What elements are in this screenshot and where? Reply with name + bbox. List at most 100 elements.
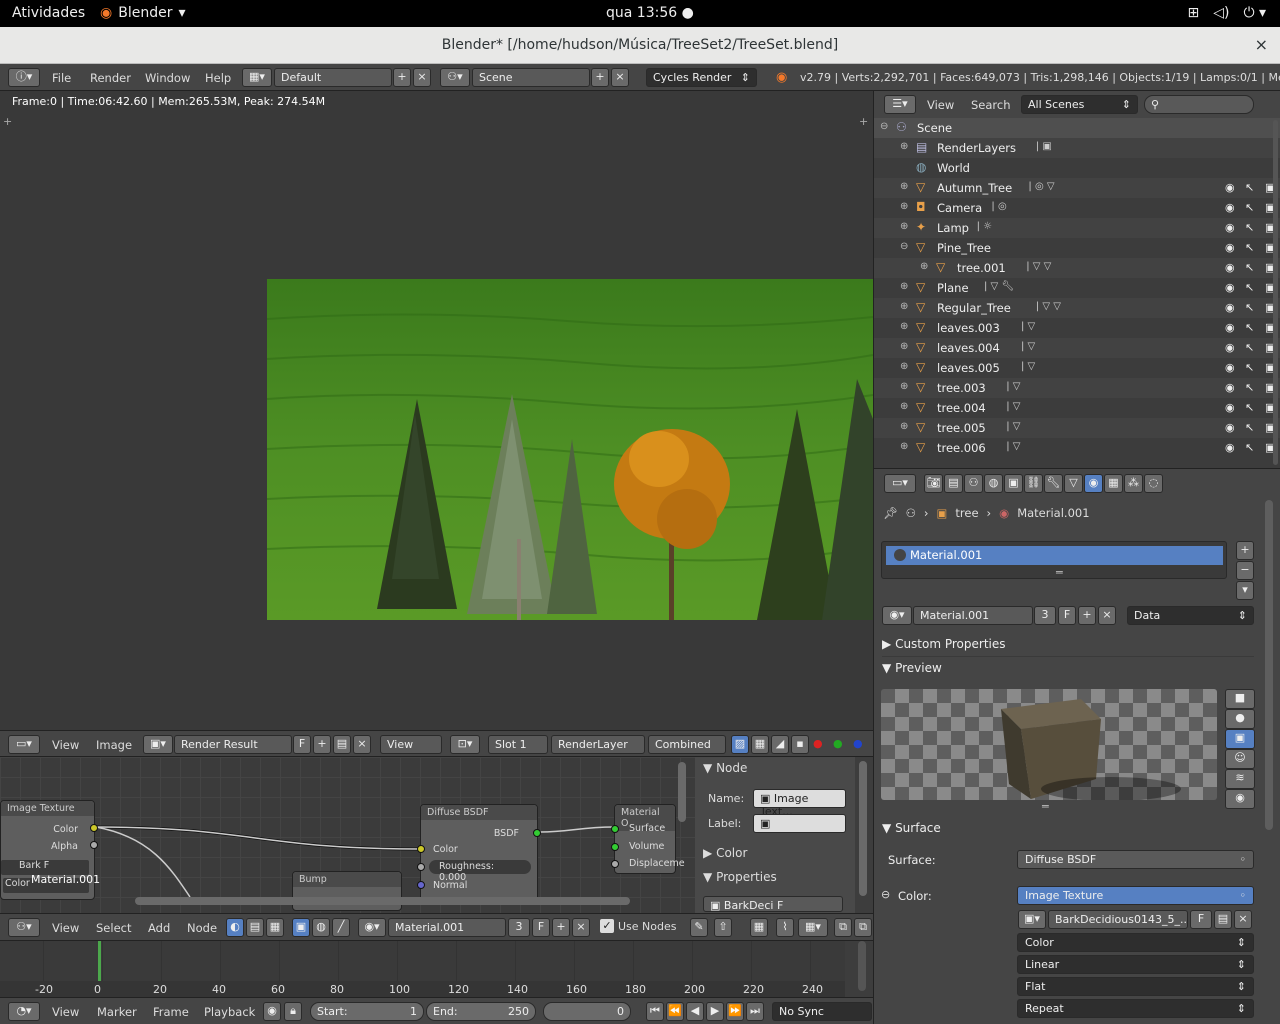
image-name-field[interactable]: Render Result [174, 735, 292, 754]
expand-toggle-icon[interactable]: ⊕ [900, 221, 908, 232]
activities-button[interactable]: Atividades [12, 5, 85, 21]
jump-start-icon[interactable]: ⏮ [646, 1002, 664, 1021]
child-data-icon[interactable]: | ☼ [977, 221, 993, 232]
render-pass-select[interactable]: Combined [648, 735, 726, 754]
slot-specials-icon[interactable]: ▾ [1236, 581, 1254, 600]
material-tab-icon[interactable]: ◉ [1084, 474, 1103, 493]
data-tab-icon[interactable]: ▽ [1064, 474, 1083, 493]
custom-properties-panel[interactable]: ▶ Custom Properties [882, 637, 1254, 657]
child-data-icon[interactable]: | ▽ [1021, 341, 1035, 352]
outliner-row[interactable]: ⊕ ▽ Regular_Tree | ▽ ▽ ◉ ↖ ▣ [874, 298, 1280, 318]
child-data-icon[interactable]: | ◎ [991, 201, 1006, 212]
material-slot-item[interactable]: Material.001 [886, 546, 1223, 565]
menu-frame[interactable]: Frame [153, 1005, 189, 1019]
selectable-arrow-icon[interactable]: ↖ [1245, 361, 1254, 374]
interpolation-select[interactable]: Linear ⇕ [1017, 955, 1254, 974]
close-icon[interactable]: × [1255, 35, 1268, 54]
preview-monkey-icon[interactable]: ☺ [1225, 749, 1255, 769]
add-layout-icon[interactable]: + [393, 68, 411, 87]
scene-tab-icon[interactable]: ⚇ [964, 474, 983, 493]
menu-add[interactable]: Add [148, 921, 170, 935]
outliner-row[interactable]: ⊕ ▽ leaves.005 | ▽ ◉ ↖ ▣ [874, 358, 1280, 378]
child-data-icon[interactable]: | ▽ [1006, 401, 1020, 412]
outliner-row[interactable]: ⊕ ✦ Lamp | ☼ ◉ ↖ ▣ [874, 218, 1280, 238]
copy-icon[interactable]: ⧉ [834, 918, 852, 937]
normal-input-socket[interactable] [417, 881, 425, 889]
prev-keyframe-icon[interactable]: ⏪ [666, 1002, 684, 1021]
color-panel-header[interactable]: ▶ Color [703, 846, 747, 860]
linestyle-icon[interactable]: ╱ [332, 918, 350, 937]
sync-mode-select[interactable]: No Sync [772, 1002, 872, 1021]
visibility-eye-icon[interactable]: ◉ [1225, 281, 1235, 294]
expand-toggle-icon[interactable]: ⊕ [900, 381, 908, 392]
snap-icon[interactable]: ⌇ [776, 918, 794, 937]
visibility-eye-icon[interactable]: ◉ [1225, 361, 1235, 374]
selectable-arrow-icon[interactable]: ↖ [1245, 301, 1254, 314]
play-reverse-icon[interactable]: ◀ [686, 1002, 704, 1021]
child-data-icon[interactable]: | ▽ ▽ [1026, 261, 1051, 272]
unlink-image-icon[interactable]: × [1234, 910, 1252, 929]
image-browse-icon[interactable]: ▣▾ [143, 735, 173, 754]
end-frame-field[interactable]: End: 250 [426, 1002, 536, 1021]
outliner-row[interactable]: ⊕ ▽ tree.006 | ▽ ◉ ↖ ▣ [874, 438, 1280, 458]
color-input-select[interactable]: Image Texture ◦ [1017, 886, 1254, 905]
child-data-icon[interactable]: | ▽ ▽ [1036, 301, 1061, 312]
expand-toggle-icon[interactable]: ⊕ [900, 141, 908, 152]
child-data-icon[interactable]: | ▽ 🔧︎ [984, 281, 1014, 292]
visibility-eye-icon[interactable]: ◉ [1225, 341, 1235, 354]
properties-scrollbar[interactable] [1265, 500, 1273, 830]
expand-toggle-icon[interactable]: ⊕ [900, 281, 908, 292]
lock-icon[interactable]: 🔒︎ [284, 1002, 302, 1021]
preview-hair-icon[interactable]: ≋ [1225, 769, 1255, 789]
outliner-search-input[interactable]: ⚲ [1144, 95, 1254, 114]
outliner-item-name[interactable]: leaves.003 [937, 321, 1000, 335]
render-layers-tab-icon[interactable]: ▤ [944, 474, 963, 493]
particles-tab-icon[interactable]: ⁂ [1124, 474, 1143, 493]
remove-slot-icon[interactable]: − [1236, 561, 1254, 580]
corner-plus-icon[interactable]: + [859, 115, 868, 128]
outliner-item-name[interactable]: leaves.004 [937, 341, 1000, 355]
remove-scene-icon[interactable]: × [611, 68, 629, 87]
outliner-row[interactable]: ⊕ ▽ tree.001 | ▽ ▽ ◉ ↖ ▣ [874, 258, 1280, 278]
use-nodes-checkbox[interactable]: ✓ Use Nodes [600, 919, 677, 933]
outliner-item-name[interactable]: Pine_Tree [937, 241, 991, 255]
volume-input-socket[interactable] [611, 843, 619, 851]
outliner-item-name[interactable]: Scene [917, 121, 952, 135]
current-frame-cursor[interactable] [98, 941, 101, 981]
collapse-icon[interactable]: ⊖ [881, 888, 890, 901]
pin-icon[interactable]: ✎ [690, 918, 708, 937]
outliner-item-name[interactable]: tree.005 [937, 421, 986, 435]
editor-type-properties-icon[interactable]: ▭▾ [884, 474, 916, 493]
fake-user-toggle[interactable]: F [293, 735, 311, 754]
visibility-eye-icon[interactable]: ◉ [1225, 221, 1235, 234]
green-channel-icon[interactable]: ● [833, 737, 843, 750]
outliner-item-name[interactable]: tree.004 [937, 401, 986, 415]
pivot-icon[interactable]: ⊡▾ [450, 735, 480, 754]
visibility-eye-icon[interactable]: ◉ [1225, 441, 1235, 454]
material-browse-icon[interactable]: ◉▾ [358, 918, 386, 937]
image-fake-user[interactable]: F [1190, 910, 1212, 929]
image-texture-node[interactable]: Image Texture Color Alpha Bark F Color M… [0, 800, 100, 900]
preview-sphere-icon[interactable]: ● [1225, 709, 1255, 729]
selectable-arrow-icon[interactable]: ↖ [1245, 381, 1254, 394]
constraints-tab-icon[interactable]: ⛓ [1024, 474, 1043, 493]
preview-cube-icon[interactable]: ▣ [1225, 729, 1255, 749]
timeline-scrollbar[interactable] [858, 941, 866, 991]
visibility-eye-icon[interactable]: ◉ [1225, 181, 1235, 194]
record-icon[interactable]: ◉ [263, 1002, 281, 1021]
world-shader-icon[interactable]: ◍ [312, 918, 330, 937]
outliner-row[interactable]: ⊕ ▽ leaves.004 | ▽ ◉ ↖ ▣ [874, 338, 1280, 358]
menu-render[interactable]: Render [90, 71, 131, 85]
selectable-arrow-icon[interactable]: ↖ [1245, 201, 1254, 214]
roughness-slider[interactable]: Roughness: 0.000 [429, 860, 531, 883]
selectable-arrow-icon[interactable]: ↖ [1245, 221, 1254, 234]
outliner-row[interactable]: ⊕ ▽ tree.005 | ▽ ◉ ↖ ▣ [874, 418, 1280, 438]
outliner-row[interactable]: ⊕ ▽ Plane | ▽ 🔧︎ ◉ ↖ ▣ [874, 278, 1280, 298]
outliner-row[interactable]: ⊕ ▽ tree.004 | ▽ ◉ ↖ ▣ [874, 398, 1280, 418]
add-material-icon[interactable]: + [552, 918, 570, 937]
visibility-eye-icon[interactable]: ◉ [1225, 381, 1235, 394]
resize-handle-icon[interactable]: ═ [1056, 566, 1063, 579]
bsdf-output-socket[interactable] [533, 829, 541, 837]
displacement-input-socket[interactable] [611, 860, 619, 868]
app-menu[interactable]: ◉ Blender ▾ [100, 5, 186, 21]
